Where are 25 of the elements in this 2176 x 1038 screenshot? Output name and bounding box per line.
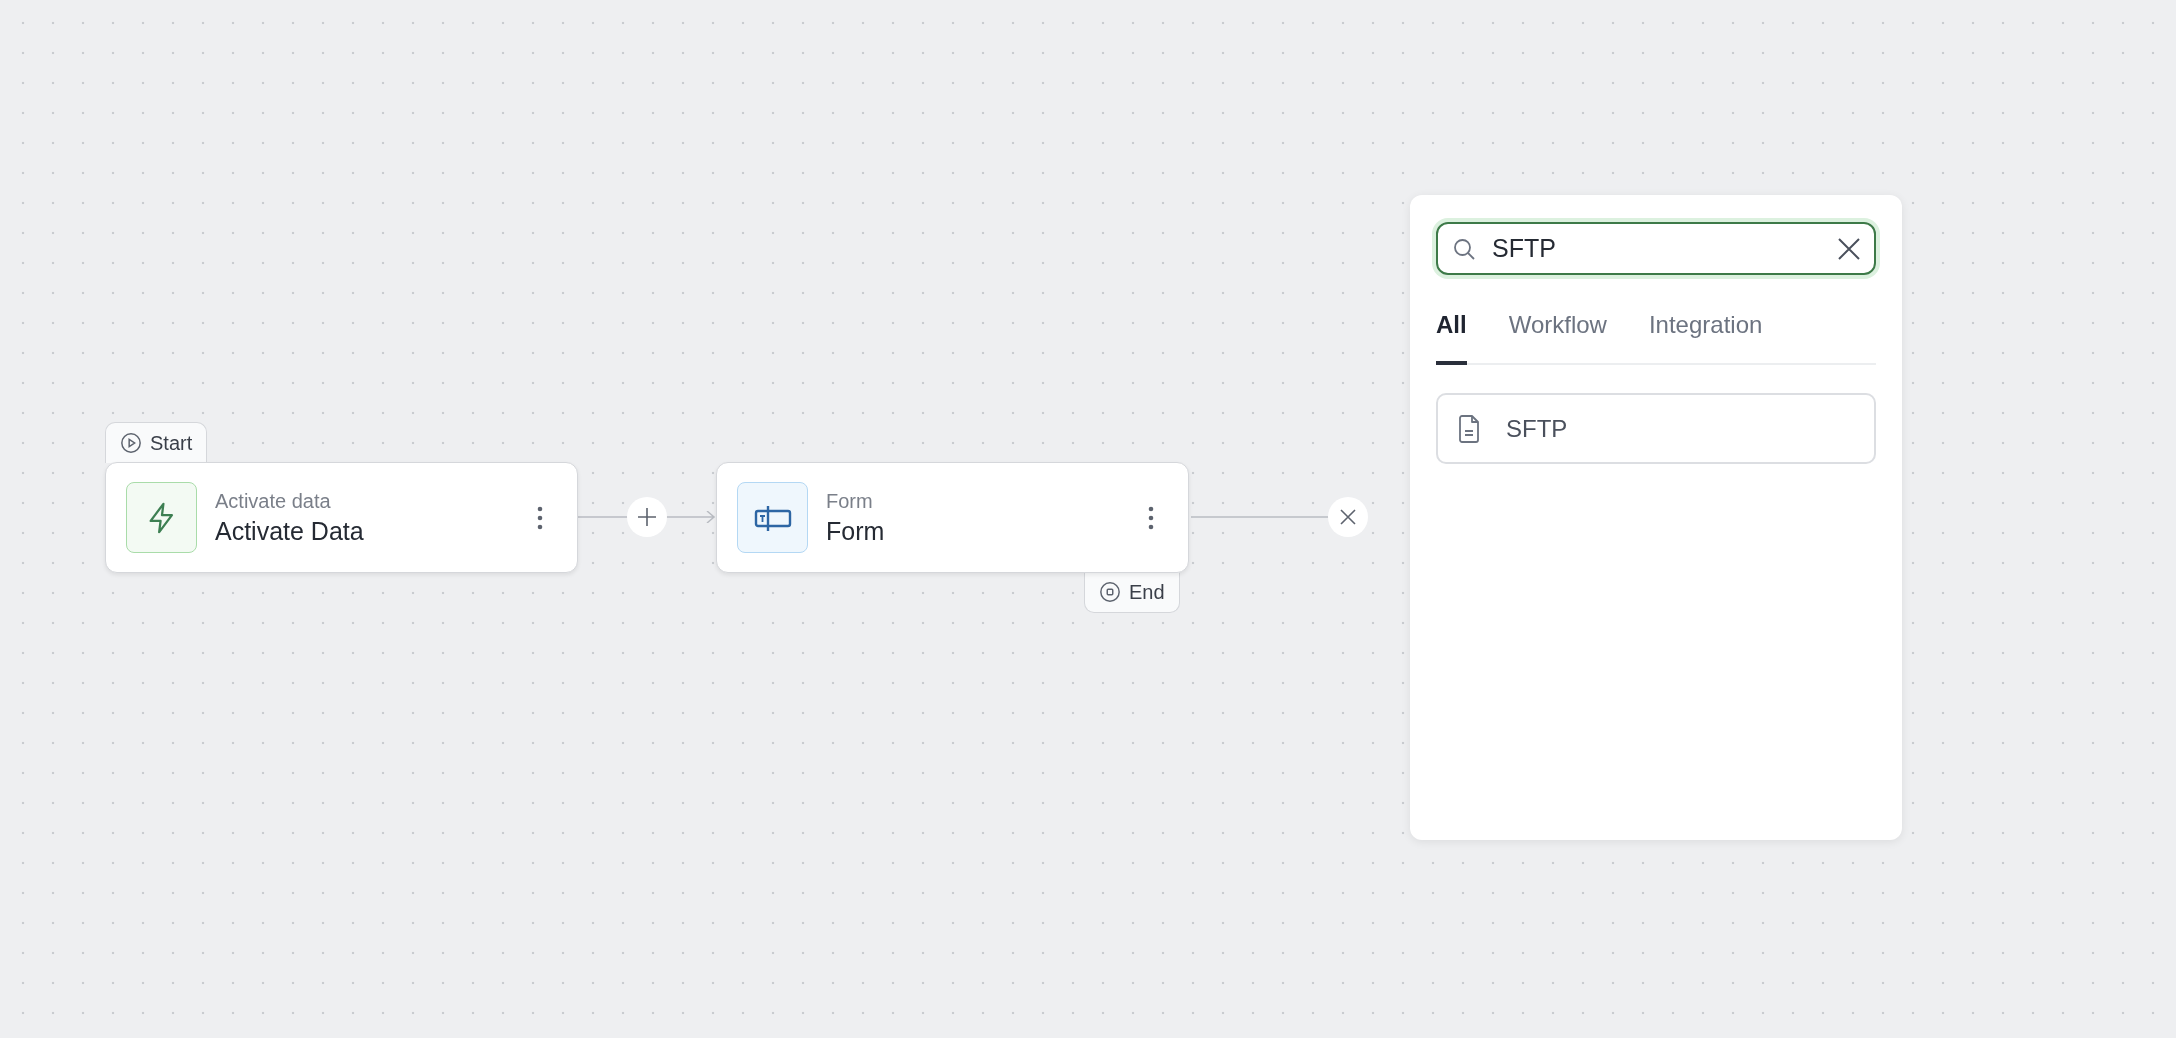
clear-button[interactable] <box>1838 237 1860 260</box>
close-icon <box>1838 237 1860 260</box>
filter-tab[interactable]: Integration <box>1648 311 1763 365</box>
close-icon <box>1340 509 1356 525</box>
filter-tab[interactable]: Workflow <box>1508 311 1607 365</box>
result-item[interactable]: SFTP <box>1436 393 1876 464</box>
vertical-dots-icon <box>1148 505 1154 530</box>
vertical-dots-icon <box>537 505 543 530</box>
add-step-button[interactable] <box>627 497 667 537</box>
node-title: Form <box>826 516 886 546</box>
play-icon <box>120 432 142 454</box>
filter-tab[interactable]: All <box>1436 311 1467 365</box>
plus-icon <box>637 507 657 527</box>
workflow-node[interactable]: Form Form <box>716 462 1189 573</box>
search-input[interactable]: SFTP <box>1490 233 1824 264</box>
node-tag-label: End <box>1129 580 1165 604</box>
node-subtitle: Form <box>826 489 874 513</box>
stop-icon <box>1099 581 1121 603</box>
workflow-node[interactable]: Activate data Activate Data <box>105 462 578 573</box>
node-subtitle: Activate data <box>215 489 332 513</box>
node-tag-label: Start <box>150 431 193 455</box>
document-icon <box>1458 414 1480 443</box>
search-icon <box>1452 236 1476 261</box>
remove-button[interactable] <box>1328 497 1368 537</box>
node-title: Activate Data <box>215 516 365 546</box>
